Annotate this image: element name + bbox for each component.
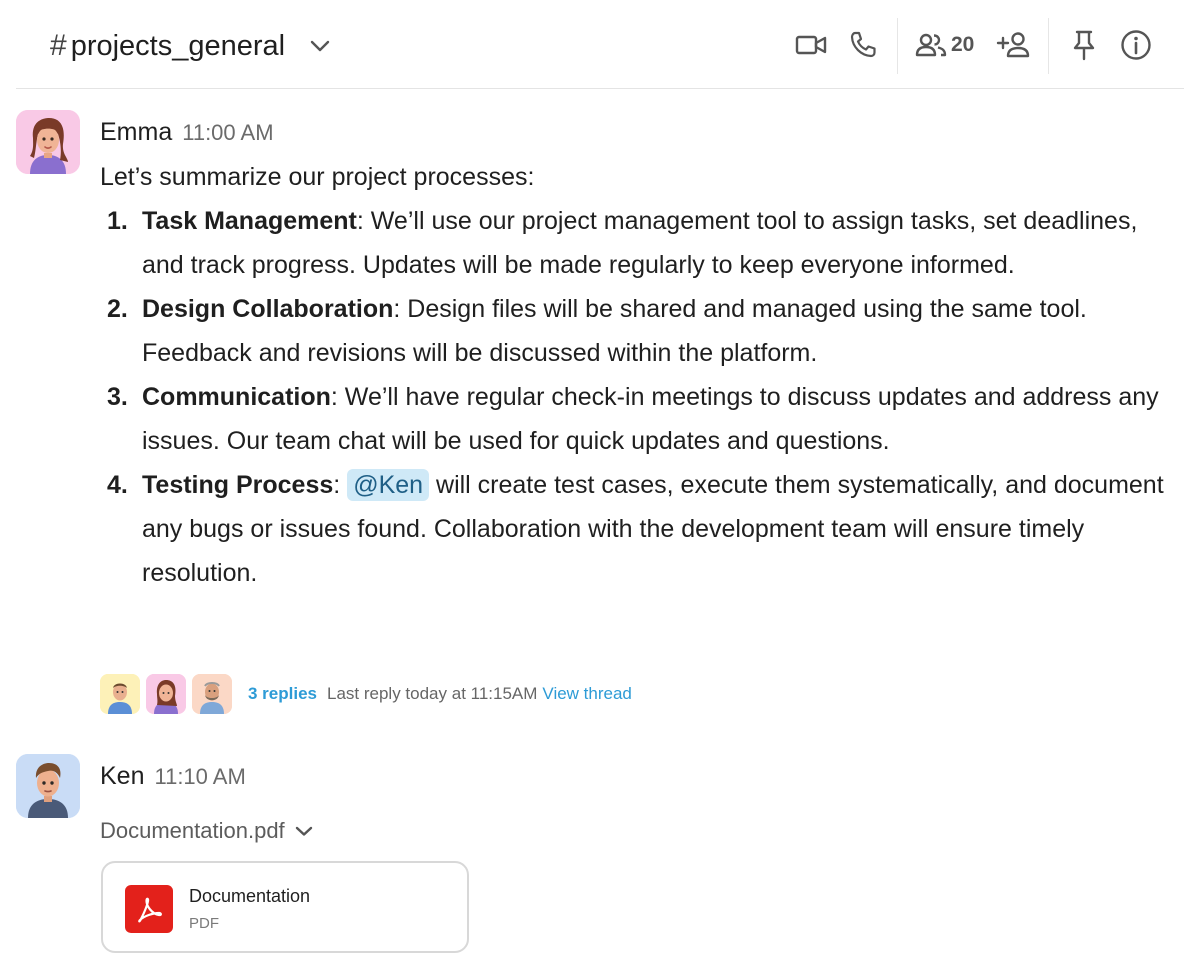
reply-avatar <box>192 674 232 714</box>
list-number: 2. <box>107 295 128 323</box>
members-icon <box>915 33 947 57</box>
list-number: 3. <box>107 383 128 411</box>
channel-name: projects_general <box>70 29 286 62</box>
reply-avatar <box>100 674 140 714</box>
attachment-card[interactable]: Documentation PDF <box>101 861 469 953</box>
process-list: 1. Task Management: We’ll use our projec… <box>100 199 1180 595</box>
avatar-emma[interactable] <box>16 110 80 174</box>
list-item-title: Testing Process <box>142 471 334 499</box>
channel-header: # projects_general 20 <box>0 0 1200 90</box>
list-item: 1. Task Management: We’ll use our projec… <box>100 199 1180 287</box>
list-number: 1. <box>107 207 128 235</box>
list-item-title: Task Management <box>142 207 357 235</box>
message-header: Emma 11:00 AM <box>100 118 274 147</box>
members-button[interactable]: 20 <box>915 26 985 64</box>
phone-icon[interactable] <box>846 26 880 64</box>
header-divider-line <box>16 88 1184 89</box>
list-item-title: Design Collaboration <box>142 295 394 323</box>
sender-name[interactable]: Ken <box>100 762 144 791</box>
view-thread-link[interactable]: View thread <box>542 684 631 704</box>
video-call-icon[interactable] <box>794 26 828 64</box>
pdf-file-icon <box>125 885 173 933</box>
message-intro: Let’s summarize our project processes: <box>100 163 535 191</box>
thread-summary[interactable]: 3 replies Last reply today at 11:15AM Vi… <box>100 674 632 714</box>
reply-avatar <box>146 674 186 714</box>
message-time: 11:10 AM <box>154 764 246 789</box>
list-item: 3. Communication: We’ll have regular che… <box>100 375 1180 463</box>
pin-icon[interactable] <box>1068 26 1100 64</box>
replies-count-link[interactable]: 3 replies <box>248 684 317 704</box>
list-item-separator: : <box>333 471 348 499</box>
mention-ken[interactable]: @Ken <box>347 469 430 501</box>
member-count: 20 <box>951 33 975 56</box>
attachment-title: Documentation <box>189 886 311 906</box>
attachment-file-name: Documentation.pdf <box>100 818 285 843</box>
message-header: Ken 11:10 AM <box>100 762 246 791</box>
message-time: 11:00 AM <box>182 120 274 145</box>
add-member-icon[interactable] <box>995 26 1033 64</box>
info-icon[interactable] <box>1118 26 1154 64</box>
channel-selector[interactable]: # projects_general <box>50 28 331 64</box>
sender-name[interactable]: Emma <box>100 118 172 147</box>
chevron-down-icon[interactable] <box>295 825 313 837</box>
list-item: 4. Testing Process: @Ken will create tes… <box>100 463 1180 595</box>
list-item-title: Communication <box>142 383 331 411</box>
attachment-type: PDF <box>189 915 219 932</box>
header-divider <box>1048 18 1049 74</box>
header-divider <box>897 18 898 74</box>
hash-icon: # <box>50 29 67 62</box>
attachment-name-toggle[interactable]: Documentation.pdf <box>100 818 313 844</box>
list-number: 4. <box>107 471 128 499</box>
avatar-ken[interactable] <box>16 754 80 818</box>
last-reply-text: Last reply today at 11:15AM <box>327 684 538 703</box>
list-item: 2. Design Collaboration: Design files wi… <box>100 287 1180 375</box>
chevron-down-icon[interactable] <box>309 35 331 57</box>
